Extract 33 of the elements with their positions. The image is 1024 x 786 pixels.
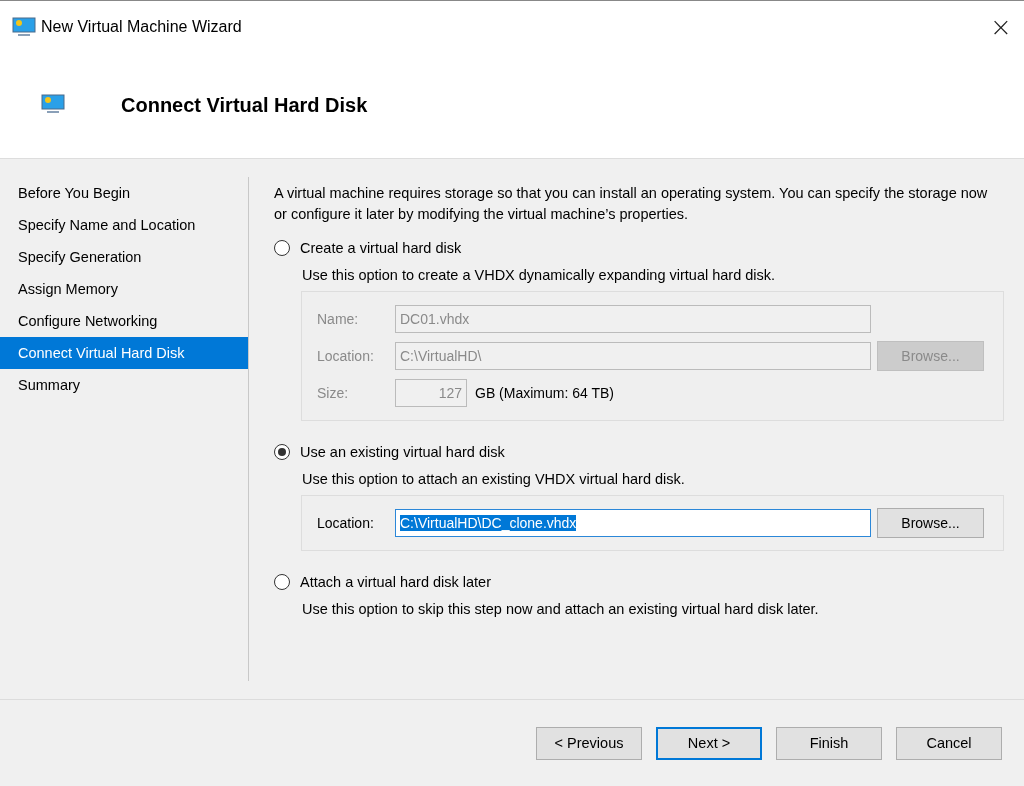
field-label: Name:	[317, 311, 360, 327]
wizard-button[interactable]: Cancel	[896, 726, 1002, 760]
step-item[interactable]: Configure Networking	[0, 305, 248, 337]
monitor-icon	[12, 17, 36, 37]
browse-button[interactable]: Browse...	[877, 508, 984, 538]
step-item[interactable]: Specify Name and Location	[0, 209, 248, 241]
window-title: New Virtual Machine Wizard	[41, 18, 242, 36]
option-label[interactable]: Attach a virtual hard disk later	[300, 574, 491, 590]
location-field[interactable]: C:\VirtualHD\DC_clone.vhdx	[395, 509, 871, 537]
wizard-button[interactable]: Next >	[656, 726, 762, 760]
option-description: Use this option to create a VHDX dynamically expanding virtual hard disk.	[302, 267, 777, 283]
option-label[interactable]: Create a virtual hard disk	[300, 240, 462, 256]
step-item[interactable]: Specify Generation	[0, 241, 248, 273]
step-item[interactable]: Connect Virtual Hard Disk	[0, 337, 248, 369]
step-item[interactable]: Before You Begin	[0, 177, 248, 209]
option-description: Use this option to attach an existing VHDX virtual hard disk.	[302, 471, 686, 487]
radio-button[interactable]	[274, 240, 290, 256]
step-item[interactable]: Assign Memory	[0, 273, 248, 305]
field-label: Size:	[317, 385, 350, 401]
monitor-icon	[41, 93, 65, 114]
size-unit: GB (Maximum: 64 TB)	[475, 385, 614, 401]
option-label[interactable]: Use an existing virtual hard disk	[300, 444, 505, 460]
option-description: Use this option to skip this step now and attach an existing virtual hard disk later.	[302, 601, 820, 617]
radio-button[interactable]	[274, 574, 290, 590]
step-item[interactable]: Summary	[0, 369, 248, 401]
intro-text: A virtual machine requires storage so that you can install an operating system. You can specify the storage now or configure it later by modifying the virtual machine’s properties.	[274, 184, 989, 224]
wizard-button[interactable]: Finish	[776, 726, 882, 760]
page-heading: Connect Virtual Hard Disk	[121, 94, 368, 117]
radio-button[interactable]	[274, 444, 290, 460]
field-label: Location:	[317, 515, 375, 531]
close-button[interactable]: ×	[978, 1, 1024, 53]
wizard-button[interactable]: < Previous	[536, 726, 642, 760]
field-label: Location:	[317, 348, 375, 364]
